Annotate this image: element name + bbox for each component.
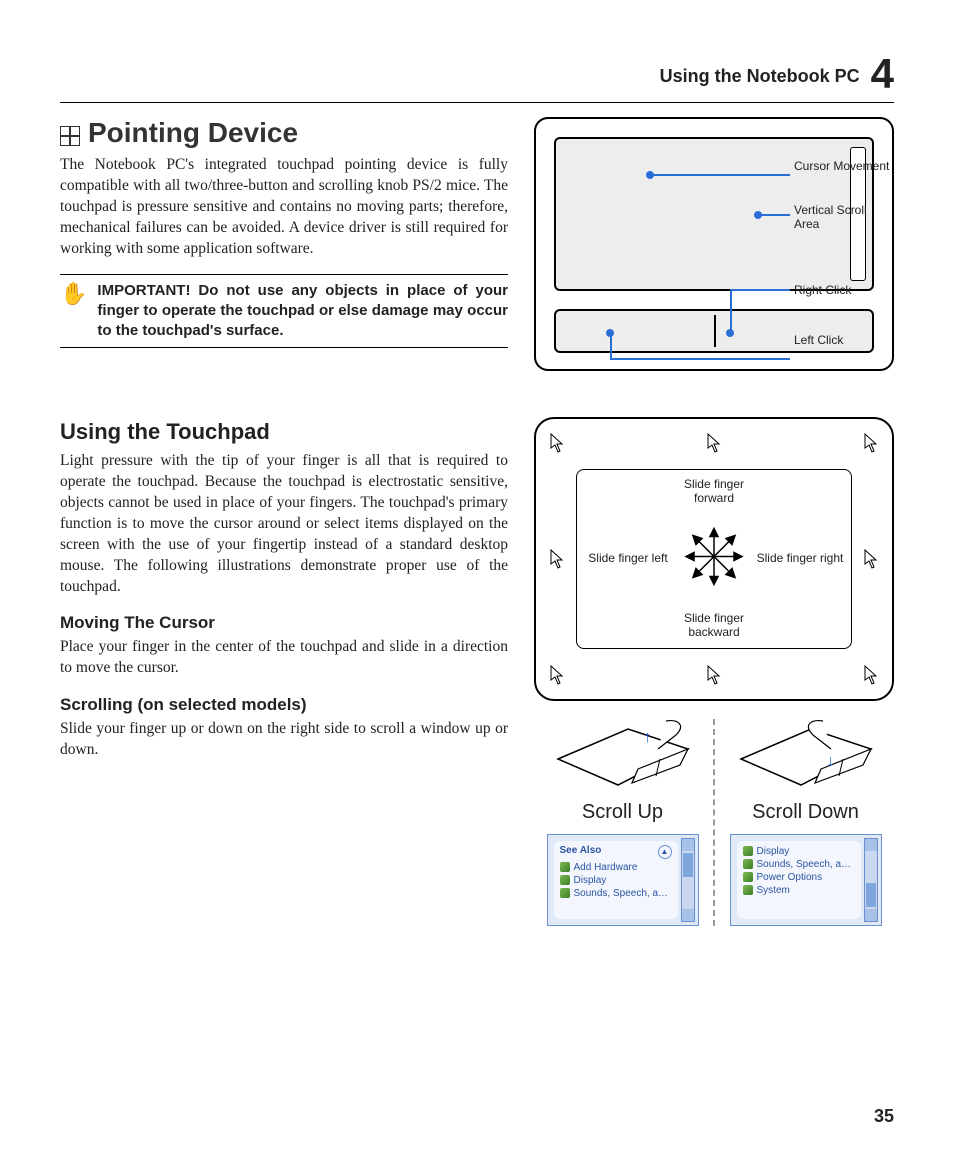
xp-item: Sounds, Speech, and Audio Devices [560,887,672,900]
xp-header: See Also [560,845,602,859]
page-number: 35 [874,1106,894,1127]
scroll-up-button [865,839,877,851]
xp-item: Sounds, Speech, and Audio Devices [743,858,855,871]
label-vertical-scroll: Vertical Scroll Area [794,203,884,232]
xp-item: Power Options [743,871,855,884]
moving-body: Place your finger in the center of the t… [60,637,508,679]
running-header: Using the Notebook PC 4 [60,50,894,98]
page-title: Pointing Device [88,117,298,149]
callout-line [758,214,790,216]
important-text: IMPORTANT! Do not use any objects in pla… [97,281,508,342]
scrollbar [681,838,695,922]
cursor-icon [550,549,564,569]
chapter-number: 4 [871,50,894,97]
callout-line [610,332,612,358]
scroll-illustration: ↑ Scroll Up See Also ▲ Add Hardware Displ… [534,719,894,926]
label-left: Slide finger left [583,552,673,566]
label-backward: Slide finger backward [669,612,759,640]
scroll-down-label: Scroll Down [717,801,894,824]
label-forward: Slide finger forward [669,478,759,506]
callout-line [730,289,790,291]
scroll-thumb [866,883,876,907]
cursor-icon [550,433,564,453]
callout-line [650,174,790,176]
scroll-up-label: Scroll Up [534,801,711,824]
xp-panel-right: Display Sounds, Speech, and Audio Device… [730,834,882,926]
direction-inner: Slide finger forward Slide finger backwa… [576,469,852,649]
divider [713,719,715,926]
moving-heading: Moving The Cursor [60,613,508,633]
cursor-icon [864,549,878,569]
scrollbar [864,838,878,922]
touchpad-mini-down: ↓ [731,719,881,795]
hand-icon: ✋ [60,281,87,342]
xp-item: Add Hardware [560,861,672,874]
xp-item: Display [743,845,855,858]
cursor-icon [707,433,721,453]
xp-item: System [743,884,855,897]
collapse-icon: ▲ [658,845,672,859]
important-note: ✋ IMPORTANT! Do not use any objects in p… [60,274,508,349]
arrow-up-icon: ↑ [644,729,652,747]
touchpad-diagram: Cursor Movement Vertical Scroll Area Rig… [534,117,894,371]
xp-item: Display [560,874,672,887]
label-left-click: Left Click [794,333,843,347]
scroll-down-button [865,909,877,921]
cursor-icon [707,665,721,685]
direction-diagram: Slide finger forward Slide finger backwa… [534,417,894,701]
label-cursor-movement: Cursor Movement [794,159,889,173]
header-rule [60,102,894,103]
using-body: Light pressure with the tip of your fing… [60,451,508,597]
callout-line [610,358,790,360]
arrow-down-icon: ↓ [827,753,835,771]
callout-line [730,289,732,333]
using-heading: Using the Touchpad [60,419,508,445]
section-name: Using the Notebook PC [660,66,860,86]
cursor-icon [550,665,564,685]
label-right-click: Right Click [794,283,851,297]
scrolling-body: Slide your finger up or down on the righ… [60,719,508,761]
scroll-thumb [683,853,693,877]
label-right: Slide finger right [755,552,845,566]
scroll-down-button [682,909,694,921]
xp-panel-left: See Also ▲ Add Hardware Display Sounds, S… [547,834,699,926]
touchpad-mini-up: ↑ [548,719,698,795]
direction-arrows-icon [684,527,744,592]
cursor-icon [864,665,878,685]
section-icon [60,126,80,146]
intro-paragraph: The Notebook PC's integrated touchpad po… [60,155,508,260]
scroll-up-button [682,839,694,851]
cursor-icon [864,433,878,453]
scrolling-heading: Scrolling (on selected models) [60,695,508,715]
